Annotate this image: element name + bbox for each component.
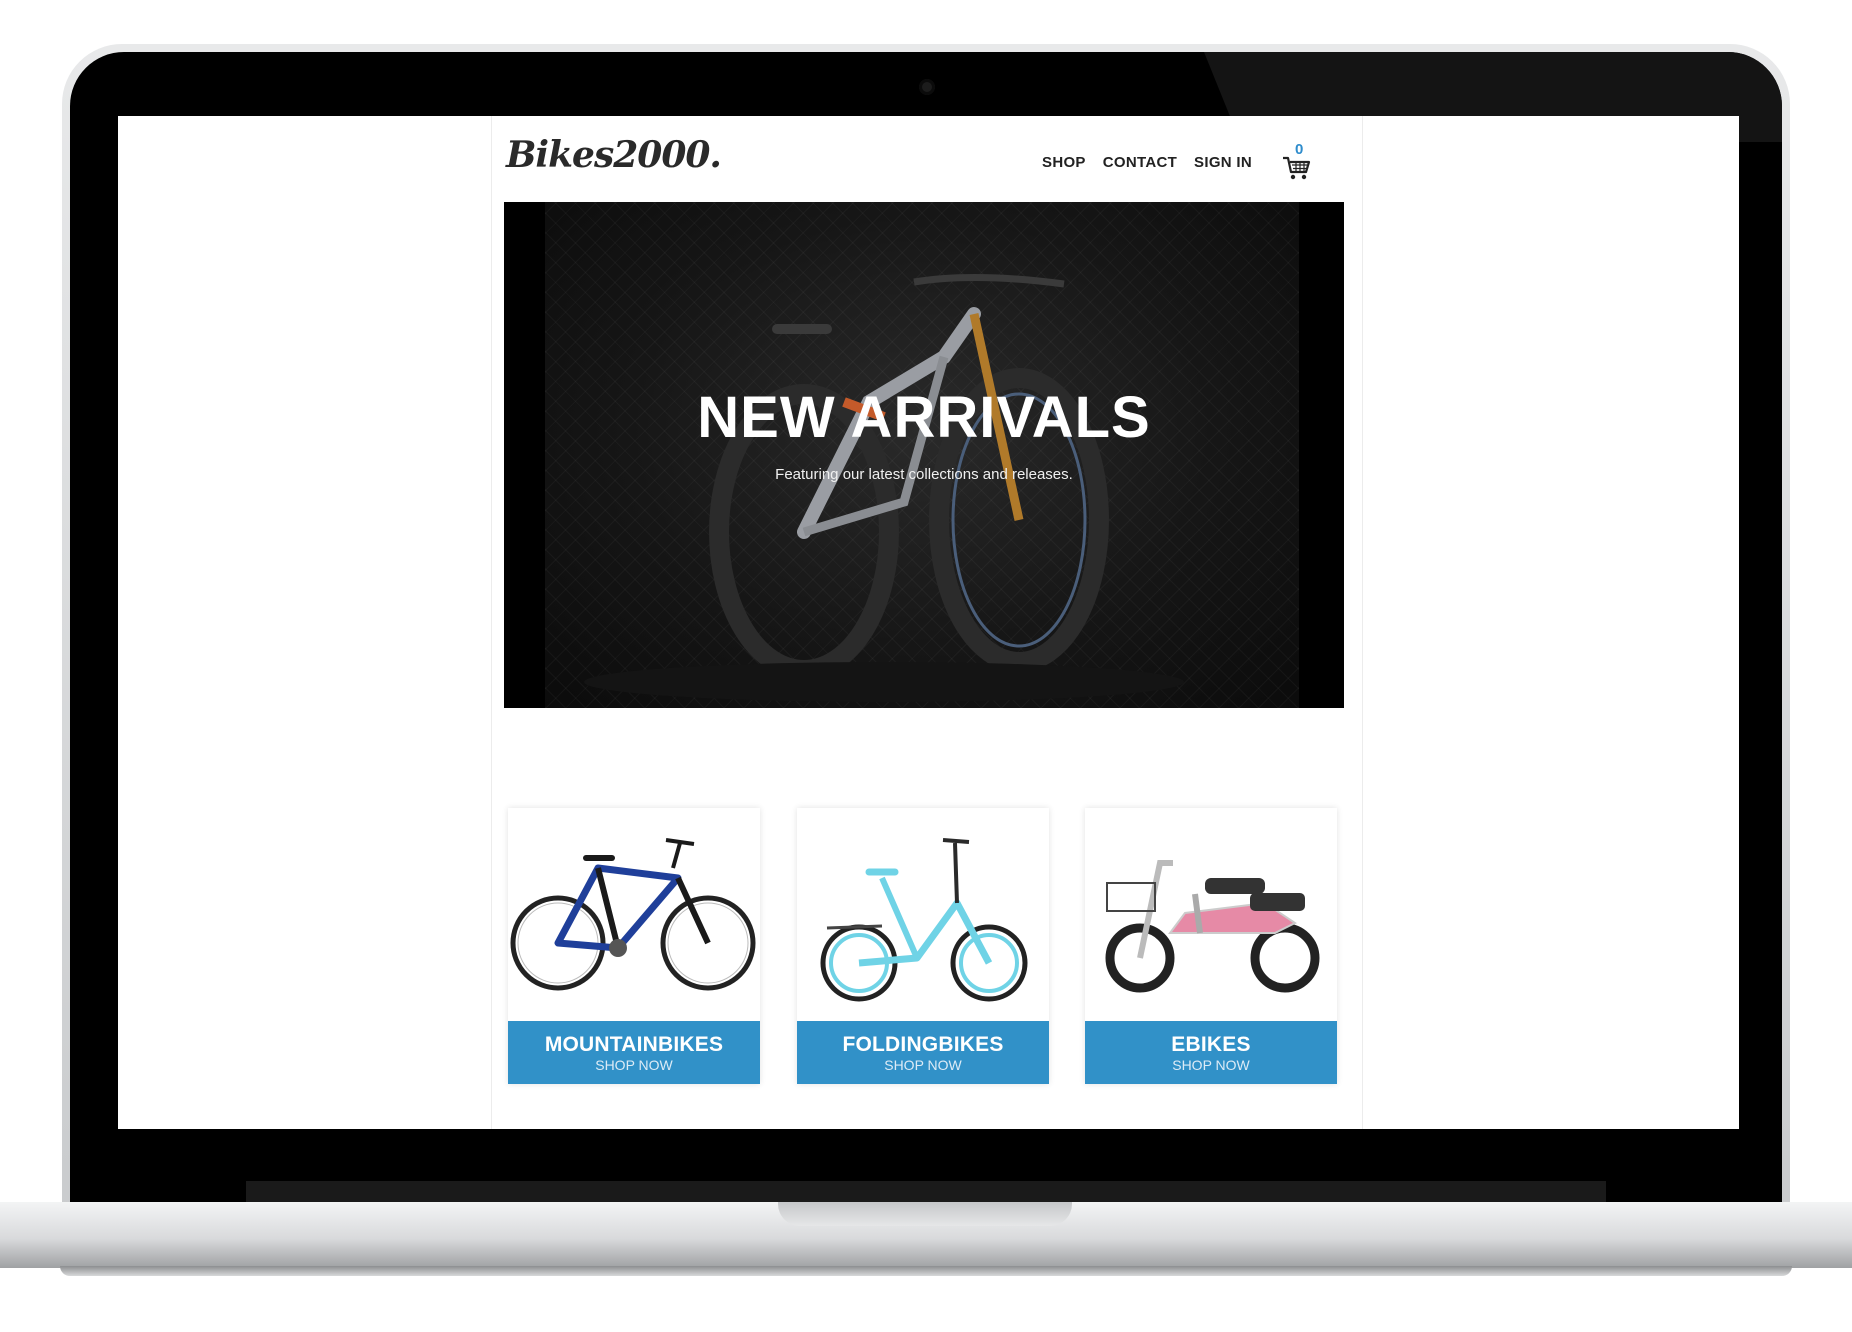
laptop-base-foot xyxy=(60,1266,1792,1276)
nav-sign-in[interactable]: SIGN IN xyxy=(1194,154,1252,171)
website: Bikes2000. SHOP CONTACT SIGN IN 0 NEW AR… xyxy=(491,116,1363,1129)
shop-now-link[interactable]: SHOP NOW xyxy=(797,1057,1049,1073)
hero-bike-image xyxy=(584,273,1184,702)
nav-shop[interactable]: SHOP xyxy=(1042,154,1086,171)
category-cards: MOUNTAINBIKES SHOP NOW FOLDINGBIKES SHOP… xyxy=(508,808,1338,1088)
main-nav: SHOP CONTACT SIGN IN xyxy=(1042,154,1252,171)
cart-button[interactable]: 0 xyxy=(1282,141,1312,181)
category-name: EBIKES xyxy=(1171,1033,1251,1056)
ebike-image xyxy=(1105,860,1320,993)
laptop-notch xyxy=(778,1202,1072,1226)
laptop-screen: Bikes2000. SHOP CONTACT SIGN IN 0 NEW AR… xyxy=(118,116,1739,1129)
shopping-cart-icon xyxy=(1283,156,1311,180)
category-card-ebikes[interactable]: EBIKES SHOP NOW xyxy=(1085,808,1337,1084)
category-name: FOLDINGBIKES xyxy=(842,1033,1004,1056)
camera-icon xyxy=(919,79,935,95)
category-band: FOLDINGBIKES SHOP NOW xyxy=(797,1021,1049,1084)
hero-title: NEW ARRIVALS xyxy=(697,385,1151,450)
category-card-foldingbikes[interactable]: FOLDINGBIKES SHOP NOW xyxy=(797,808,1049,1084)
shop-now-link[interactable]: SHOP NOW xyxy=(508,1057,760,1073)
hero-banner[interactable]: NEW ARRIVALS Featuring our latest collec… xyxy=(504,202,1344,708)
folding-bike-image xyxy=(820,838,1028,1002)
category-band: MOUNTAINBIKES SHOP NOW xyxy=(508,1021,760,1084)
mountain-bike-image xyxy=(510,838,756,991)
category-name: MOUNTAINBIKES xyxy=(544,1033,724,1056)
brand-logo[interactable]: Bikes2000. xyxy=(506,134,722,176)
hero-subtitle: Featuring our latest collections and rel… xyxy=(775,466,1073,483)
category-card-mountainbikes[interactable]: MOUNTAINBIKES SHOP NOW xyxy=(508,808,760,1084)
shop-now-link[interactable]: SHOP NOW xyxy=(1085,1057,1337,1073)
category-band: EBIKES SHOP NOW xyxy=(1085,1021,1337,1084)
laptop-hinge xyxy=(246,1181,1606,1203)
nav-contact[interactable]: CONTACT xyxy=(1103,154,1177,171)
